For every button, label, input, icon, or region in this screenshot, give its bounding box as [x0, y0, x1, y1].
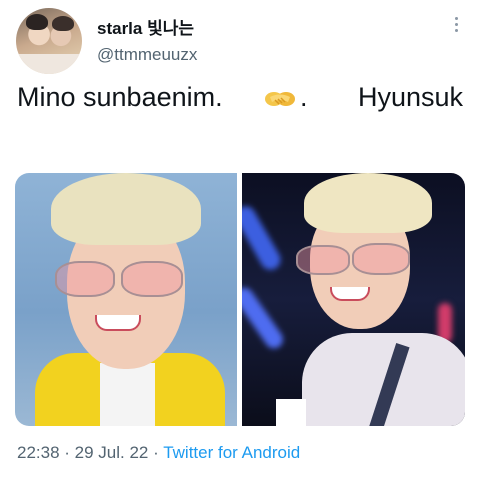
media-grid[interactable] [15, 173, 465, 426]
hair [51, 173, 201, 245]
tweet-text: Mino sunbaenim. . Hyunsuk [17, 82, 477, 114]
avatar-hair-left [26, 14, 48, 30]
photo-left[interactable] [15, 173, 237, 426]
user-handle[interactable]: @ttmmeuuzx [97, 45, 197, 65]
tweet-text-part2: Hyunsuk [358, 82, 464, 112]
tweet-text-dot: . [300, 82, 308, 112]
glasses-left-lens [55, 261, 115, 297]
photo-right[interactable] [242, 173, 465, 426]
glasses-right-lens [352, 243, 410, 275]
avatar-shirt [16, 54, 82, 74]
stage-light [242, 202, 285, 274]
smile [330, 287, 370, 301]
avatar[interactable] [16, 8, 82, 74]
tweet-date[interactable]: 29 Jul. 22 [75, 443, 149, 462]
meta-separator: · [148, 443, 164, 462]
more-options-icon[interactable] [450, 14, 462, 36]
tweet-text-part1: Mino sunbaenim. [17, 82, 223, 112]
handshake-emoji-icon [265, 92, 295, 106]
avatar-hair-right [52, 16, 74, 31]
display-name[interactable]: starla 빛나는 [97, 14, 194, 39]
smile [95, 315, 141, 331]
stage-light [242, 284, 287, 352]
tweet: starla 빛나는 @ttmmeuuzx Mino sunbaenim. . … [0, 0, 480, 478]
sign-board [276, 399, 306, 426]
tweet-meta: 22:38 · 29 Jul. 22 · Twitter for Android [17, 443, 300, 463]
tweet-source-link[interactable]: Twitter for Android [163, 443, 300, 462]
white-shirt [100, 363, 155, 426]
user-name-row[interactable]: starla 빛나는 [97, 14, 194, 39]
glasses-right-lens [121, 261, 183, 297]
tweet-time[interactable]: 22:38 [17, 443, 60, 462]
meta-separator: · [59, 443, 75, 462]
hair [304, 173, 432, 233]
glasses-left-lens [296, 245, 350, 275]
